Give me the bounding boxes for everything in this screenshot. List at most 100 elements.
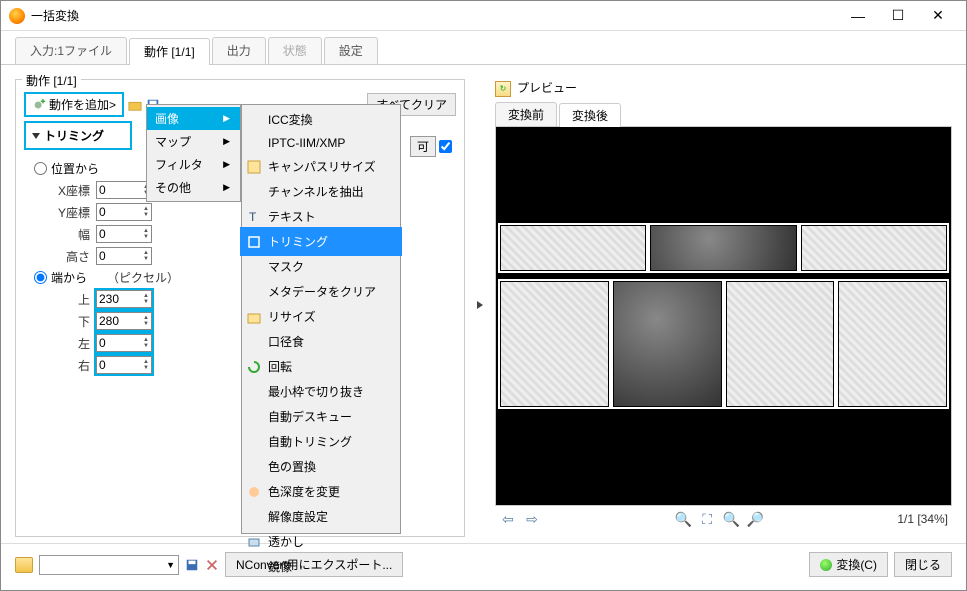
menu-item-watermark[interactable]: 透かし <box>242 529 400 554</box>
from-position-label: 位置から <box>51 160 99 177</box>
menu-item-extract[interactable]: チャンネルを抽出 <box>242 179 400 204</box>
collapse-icon <box>32 133 40 139</box>
menu-item-mincrop[interactable]: 最小枠で切り抜き <box>242 379 400 404</box>
zoom-actual-icon[interactable]: 🔍 <box>722 510 740 528</box>
menu-item-autotrim[interactable]: 自動トリミング <box>242 429 400 454</box>
actions-panel-label: 動作 [1/1] <box>22 72 81 89</box>
left-spinner[interactable]: 0▲▼ <box>96 334 152 352</box>
main-tabs: 入力:1ファイル 動作 [1/1] 出力 状態 設定 <box>1 31 966 65</box>
load-icon[interactable] <box>128 98 142 112</box>
palette-icon <box>247 485 261 499</box>
y-spinner[interactable]: 0▲▼ <box>96 203 152 221</box>
save-preset-icon[interactable] <box>185 558 199 572</box>
zoom-in-icon[interactable]: 🔍 <box>674 510 692 528</box>
menu-item-mask[interactable]: マスク <box>242 254 400 279</box>
from-edge-label: 端から <box>51 269 87 286</box>
text-icon: T <box>247 210 261 224</box>
menu-item-depth[interactable]: 色深度を変更 <box>242 479 400 504</box>
menu-item-deskew[interactable]: 自動デスキュー <box>242 404 400 429</box>
delete-preset-icon[interactable] <box>205 558 219 572</box>
right-label: 右 <box>50 357 90 374</box>
add-action-button[interactable]: 動作を追加> <box>24 92 124 117</box>
menu-item-text[interactable]: Tテキスト <box>242 204 400 229</box>
w-spinner[interactable]: 0▲▼ <box>96 225 152 243</box>
crop-icon <box>247 235 261 249</box>
x-spinner[interactable]: 0▲▼ <box>96 181 152 199</box>
bottom-spinner[interactable]: 280▲▼ <box>96 312 152 330</box>
gear-plus-icon <box>32 98 46 112</box>
menu-item-mirror[interactable]: 鏡像 <box>242 554 400 579</box>
top-spinner[interactable]: 230▲▼ <box>96 290 152 308</box>
preview-panel: ↻ プレビュー 変換前 変換後 ⇦ ⇨ 🔍 ⛶ 🔍 🔎 1/1 [34%] <box>495 79 952 537</box>
menu-item-other[interactable]: その他▶ <box>147 176 240 199</box>
open-folder-icon[interactable] <box>15 557 33 573</box>
menu-item-resize[interactable]: リサイズ <box>242 304 400 329</box>
tab-before[interactable]: 変換前 <box>495 102 557 126</box>
maximize-button[interactable]: ☐ <box>878 2 918 30</box>
left-label: 左 <box>50 335 90 352</box>
action-category-menu: 画像▶ マップ▶ フィルタ▶ その他▶ <box>146 104 241 202</box>
bottom-label: 下 <box>50 313 90 330</box>
titlebar: 一括変換 — ☐ ✕ <box>1 1 966 31</box>
permission-badge: 可 <box>410 136 436 157</box>
window-title: 一括変換 <box>31 7 838 24</box>
menu-item-image[interactable]: 画像▶ <box>147 107 240 130</box>
svg-text:T: T <box>249 210 257 224</box>
permission-row: 可 <box>410 136 452 157</box>
menu-item-filter[interactable]: フィルタ▶ <box>147 153 240 176</box>
fit-icon[interactable]: ⛶ <box>698 510 716 528</box>
menu-item-icc[interactable]: ICC変換 <box>242 107 400 132</box>
expand-arrow[interactable] <box>465 73 495 537</box>
w-label: 幅 <box>50 226 90 243</box>
app-icon <box>9 8 25 24</box>
tab-action[interactable]: 動作 [1/1] <box>129 38 210 65</box>
action-item-trimming[interactable]: トリミング <box>24 121 132 150</box>
menu-item-replace[interactable]: 色の置換 <box>242 454 400 479</box>
tab-settings[interactable]: 設定 <box>324 37 378 64</box>
tab-input[interactable]: 入力:1ファイル <box>15 37 127 64</box>
resize-icon <box>247 310 261 324</box>
from-edge-radio[interactable] <box>34 271 47 284</box>
preview-image <box>495 126 952 506</box>
menu-item-resolution[interactable]: 解像度設定 <box>242 504 400 529</box>
preview-toolbar: ⇦ ⇨ 🔍 ⛶ 🔍 🔎 1/1 [34%] <box>495 506 952 528</box>
minimize-button[interactable]: — <box>838 2 878 30</box>
canvas-icon <box>247 160 261 174</box>
prev-page-icon[interactable]: ⇦ <box>499 510 517 528</box>
menu-item-canvas[interactable]: キャンパスリサイズ <box>242 154 400 179</box>
menu-item-iptc[interactable]: IPTC-IIM/XMP <box>242 132 400 154</box>
close-dialog-button[interactable]: 閉じる <box>894 552 952 577</box>
preset-combo[interactable]: ▼ <box>39 555 179 575</box>
right-spinner[interactable]: 0▲▼ <box>96 356 152 374</box>
next-page-icon[interactable]: ⇨ <box>523 510 541 528</box>
h-label: 高さ <box>50 248 90 265</box>
menu-item-map[interactable]: マップ▶ <box>147 130 240 153</box>
add-action-label: 動作を追加> <box>49 96 116 113</box>
page-indicator: 1/1 [34%] <box>897 512 948 526</box>
menu-item-metaclear[interactable]: メタデータをクリア <box>242 279 400 304</box>
unit-label: （ピクセル） <box>107 269 179 286</box>
y-label: Y座標 <box>50 204 90 221</box>
preview-label: プレビュー <box>517 79 577 96</box>
tab-after[interactable]: 変換後 <box>559 103 621 127</box>
from-position-radio[interactable] <box>34 162 47 175</box>
close-button[interactable]: ✕ <box>918 2 958 30</box>
tab-output[interactable]: 出力 <box>212 37 266 64</box>
top-label: 上 <box>50 291 90 308</box>
zoom-out-icon[interactable]: 🔎 <box>746 510 764 528</box>
permission-checkbox[interactable] <box>439 140 452 153</box>
menu-item-trimming[interactable]: トリミング <box>242 229 400 254</box>
actions-panel: 動作 [1/1] 動作を追加> すべてクリア 可 トリミング 位 <box>15 79 465 537</box>
convert-button[interactable]: 変換(C) <box>809 552 888 577</box>
menu-item-rotate[interactable]: 回転 <box>242 354 400 379</box>
x-label: X座標 <box>50 182 90 199</box>
rotate-icon <box>247 360 261 374</box>
menu-item-vignette[interactable]: 口径食 <box>242 329 400 354</box>
h-spinner[interactable]: 0▲▼ <box>96 247 152 265</box>
tab-status: 状態 <box>268 37 322 64</box>
refresh-preview-icon[interactable]: ↻ <box>495 81 511 97</box>
action-item-label: トリミング <box>44 127 104 144</box>
bottom-toolbar: ▼ NConvert用にエクスポート... 変換(C) 閉じる <box>1 543 966 585</box>
watermark-icon <box>247 535 261 549</box>
convert-icon <box>820 559 832 571</box>
